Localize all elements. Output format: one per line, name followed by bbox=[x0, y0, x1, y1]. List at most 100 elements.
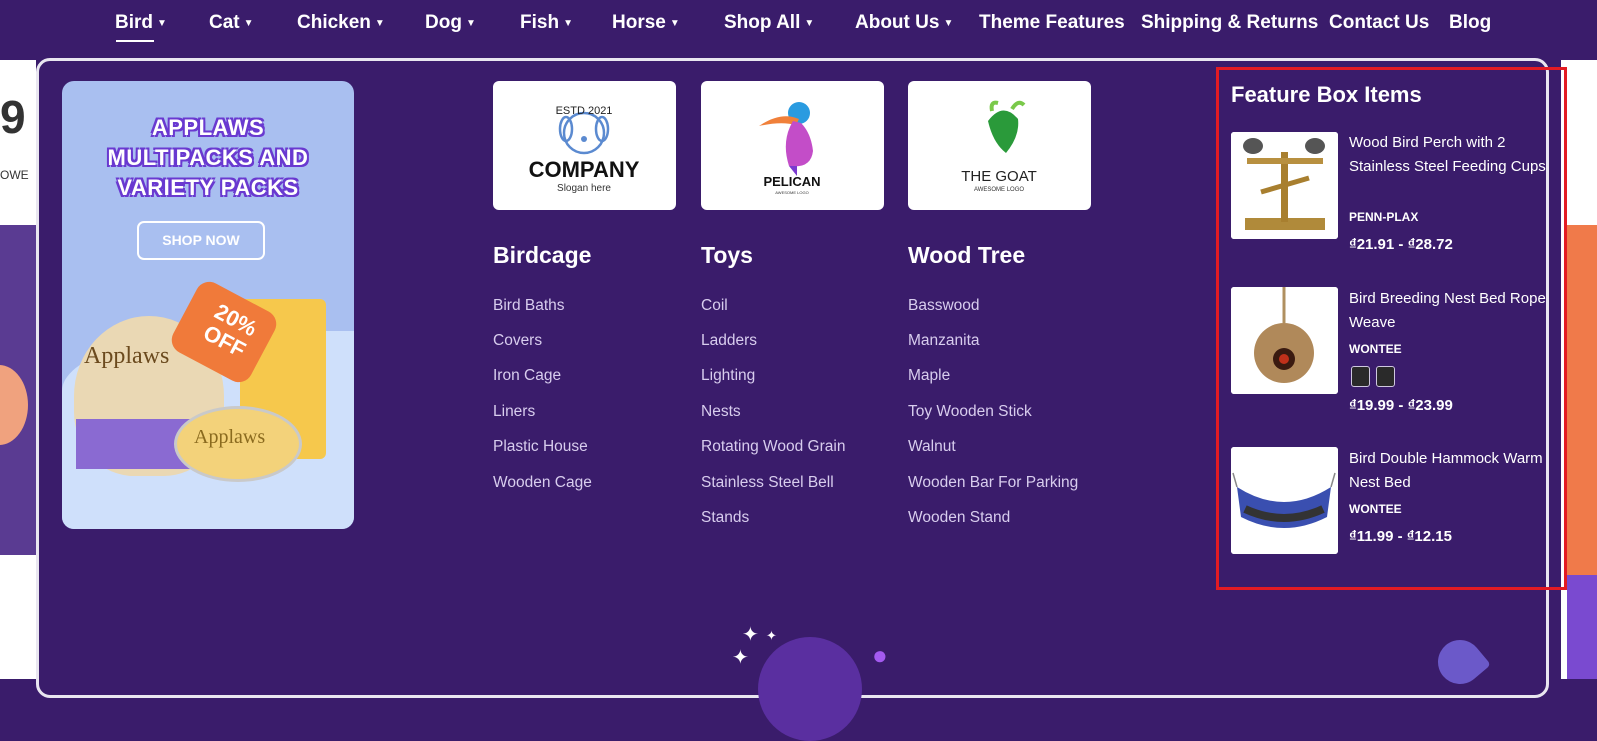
menu-link[interactable]: Plastic House bbox=[493, 438, 588, 456]
main-navigation: Bird ▼ Cat ▼ Chicken ▼ Dog ▼ Fish ▼ Horse ▼ Sh… bbox=[0, 0, 1597, 50]
column-title-birdcage[interactable]: Birdcage bbox=[493, 242, 591, 269]
background-logo-subtext: OWE bbox=[0, 168, 29, 182]
product-brand: WONTEE bbox=[1349, 502, 1402, 516]
nav-item-shop-all[interactable]: Shop All ▼ bbox=[724, 12, 814, 34]
brand-tagline: AWESOME LOGO bbox=[775, 190, 808, 195]
promo-headline-line: APPLAWS bbox=[151, 115, 265, 140]
nav-active-underline bbox=[116, 40, 154, 42]
sparkle-icon: ✦ bbox=[732, 647, 749, 669]
chevron-down-icon: ▼ bbox=[943, 18, 954, 29]
paw-icon: ● bbox=[872, 640, 888, 670]
product-price: ₫21.91 - ₫28.72 bbox=[1349, 236, 1453, 253]
background-stripe bbox=[1567, 575, 1597, 679]
menu-link[interactable]: Rotating Wood Grain bbox=[701, 438, 845, 456]
menu-link[interactable]: Manzanita bbox=[908, 332, 980, 350]
column-title-toys[interactable]: Toys bbox=[701, 242, 753, 269]
product-price: ₫11.99 - ₫12.15 bbox=[1349, 528, 1452, 545]
product-name[interactable]: Wood Bird Perch with 2 Stainless Steel F… bbox=[1349, 131, 1549, 178]
sparkle-icon: ✦ bbox=[742, 624, 759, 646]
nav-item-blog[interactable]: Blog bbox=[1449, 12, 1491, 34]
product-price: ₫19.99 - ₫23.99 bbox=[1349, 397, 1453, 414]
sparkle-icon: ✦ bbox=[766, 628, 777, 643]
column-title-wood-tree[interactable]: Wood Tree bbox=[908, 242, 1025, 269]
nav-item-label: Dog bbox=[425, 12, 462, 33]
brand-tagline: AWESOME LOGO bbox=[974, 187, 1024, 193]
menu-link[interactable]: Liners bbox=[493, 403, 535, 421]
nav-item-bird[interactable]: Bird ▼ bbox=[115, 12, 167, 34]
menu-link[interactable]: Basswood bbox=[908, 297, 980, 315]
nav-item-chicken[interactable]: Chicken ▼ bbox=[297, 12, 385, 34]
product-brand: WONTEE bbox=[1349, 342, 1402, 356]
nav-item-contact-us[interactable]: Contact Us bbox=[1329, 12, 1429, 34]
menu-link[interactable]: Iron Cage bbox=[493, 367, 561, 385]
nav-item-label: Chicken bbox=[297, 12, 371, 33]
menu-link[interactable]: Nests bbox=[701, 403, 741, 421]
product-tin-brand: Applaws bbox=[84, 343, 170, 369]
nav-item-label: Horse bbox=[612, 12, 666, 33]
brand-name: COMPANY bbox=[529, 157, 640, 182]
product-can-brand: Applaws bbox=[194, 426, 266, 448]
menu-link[interactable]: Bird Baths bbox=[493, 297, 565, 315]
menu-link[interactable]: Toy Wooden Stick bbox=[908, 403, 1032, 421]
brand-logo-top-text: ESTD 2021 bbox=[556, 105, 613, 117]
background-stripe bbox=[1567, 225, 1597, 610]
goat-logo-icon: THE GOAT AWESOME LOGO bbox=[961, 100, 1037, 193]
menu-link[interactable]: Maple bbox=[908, 367, 950, 385]
chevron-down-icon: ▼ bbox=[669, 18, 680, 29]
chevron-down-icon: ▼ bbox=[243, 18, 254, 29]
menu-link[interactable]: Wooden Cage bbox=[493, 474, 592, 492]
menu-link[interactable]: Ladders bbox=[701, 332, 757, 350]
chevron-down-icon: ▼ bbox=[465, 18, 476, 29]
promo-headline-line: VARIETY PACKS bbox=[117, 175, 299, 200]
feature-box-title: Feature Box Items bbox=[1231, 82, 1422, 107]
menu-link[interactable]: Stands bbox=[701, 509, 749, 527]
product-image-hammock[interactable] bbox=[1231, 447, 1338, 554]
nav-item-fish[interactable]: Fish ▼ bbox=[520, 12, 573, 34]
chevron-down-icon: ▼ bbox=[804, 18, 815, 29]
product-image-bird-perch[interactable] bbox=[1231, 132, 1338, 239]
product-name[interactable]: Bird Double Hammock Warm Nest Bed bbox=[1349, 447, 1549, 494]
brand-name: PELICAN bbox=[763, 174, 820, 189]
menu-link[interactable]: Coil bbox=[701, 297, 728, 315]
brand-logo-pelican[interactable]: PELICAN AWESOME LOGO bbox=[701, 81, 884, 210]
promo-banner[interactable]: APPLAWS MULTIPACKS AND VARIETY PACKS SHO… bbox=[62, 81, 354, 529]
nav-item-label: About Us bbox=[855, 12, 940, 33]
chevron-down-icon: ▼ bbox=[157, 18, 167, 29]
dog-logo-icon: ESTD 2021 COMPANY Slogan here bbox=[529, 105, 640, 194]
nav-item-dog[interactable]: Dog ▼ bbox=[425, 12, 476, 34]
hammock-image bbox=[1231, 447, 1338, 554]
menu-link[interactable]: Wooden Bar For Parking bbox=[908, 474, 1078, 492]
nav-item-label: Cat bbox=[209, 12, 240, 33]
menu-link[interactable]: Covers bbox=[493, 332, 542, 350]
chevron-down-icon: ▼ bbox=[563, 18, 573, 29]
product-image-nest-bed[interactable] bbox=[1231, 287, 1338, 394]
bird-perch-image bbox=[1231, 132, 1338, 239]
nav-item-label: Shop All bbox=[724, 12, 801, 33]
nav-item-about-us[interactable]: About Us ▼ bbox=[855, 12, 953, 34]
nav-item-label: Fish bbox=[520, 12, 560, 33]
variant-swatch[interactable] bbox=[1376, 366, 1395, 387]
brand-logo-the-goat[interactable]: THE GOAT AWESOME LOGO bbox=[908, 81, 1091, 210]
shop-now-button[interactable]: SHOP NOW bbox=[137, 221, 265, 260]
brand-name: THE GOAT bbox=[961, 168, 1037, 185]
promo-headline: APPLAWS MULTIPACKS AND VARIETY PACKS bbox=[82, 113, 334, 203]
brand-tagline: Slogan here bbox=[557, 183, 611, 194]
nav-item-horse[interactable]: Horse ▼ bbox=[612, 12, 680, 34]
chevron-down-icon: ▼ bbox=[374, 18, 385, 29]
menu-link[interactable]: Walnut bbox=[908, 438, 956, 456]
variant-swatch[interactable] bbox=[1351, 366, 1370, 387]
menu-link[interactable]: Lighting bbox=[701, 367, 755, 385]
background-page-left: 9 OWE bbox=[0, 60, 36, 679]
product-name[interactable]: Bird Breeding Nest Bed Rope Weave bbox=[1349, 287, 1549, 334]
background-logo-fragment: 9 bbox=[0, 91, 26, 143]
menu-link[interactable]: Stainless Steel Bell bbox=[701, 474, 834, 492]
nav-item-label: Bird bbox=[115, 12, 153, 33]
nav-item-theme-features[interactable]: Theme Features bbox=[979, 12, 1125, 34]
product-brand: PENN-PLAX bbox=[1349, 210, 1419, 224]
promo-headline-line: MULTIPACKS AND bbox=[107, 145, 309, 170]
decorative-planet bbox=[758, 637, 862, 741]
menu-link[interactable]: Wooden Stand bbox=[908, 509, 1010, 527]
brand-logo-company[interactable]: ESTD 2021 COMPANY Slogan here bbox=[493, 81, 676, 210]
nav-item-cat[interactable]: Cat ▼ bbox=[209, 12, 254, 34]
nav-item-shipping-returns[interactable]: Shipping & Returns bbox=[1141, 12, 1318, 34]
